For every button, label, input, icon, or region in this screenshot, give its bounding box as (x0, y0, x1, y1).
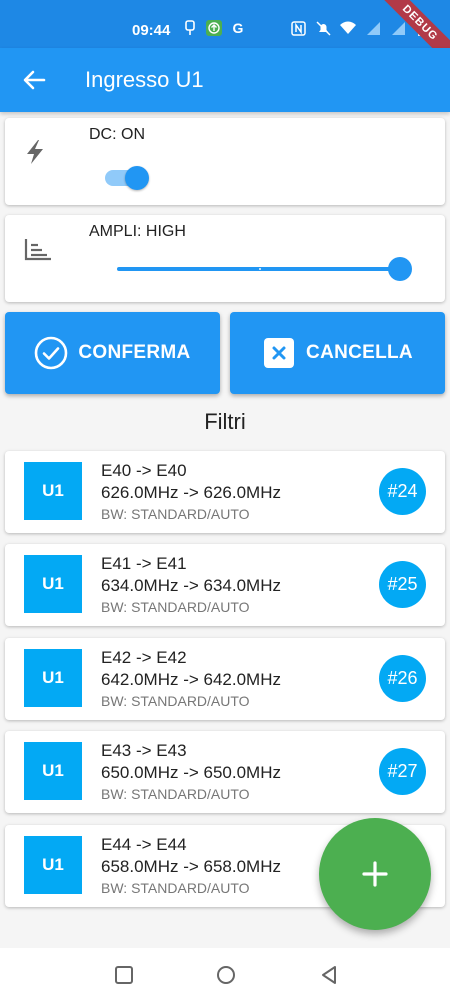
frequency-text: 650.0MHz -> 650.0MHz (101, 763, 281, 782)
input-badge: U1 (24, 649, 82, 707)
filter-number-badge: #26 (379, 655, 426, 702)
filters-title: Filtri (204, 409, 246, 434)
dc-label: DC: ON (89, 126, 145, 143)
list-item[interactable]: U1 E40 -> E40 626.0MHz -> 626.0MHz BW: S… (5, 451, 445, 533)
channel-text: E44 -> E44 (101, 835, 187, 854)
list-item[interactable]: U1 E43 -> E43 650.0MHz -> 650.0MHz BW: S… (5, 731, 445, 813)
cancel-button[interactable]: CANCELLA (230, 312, 445, 394)
confirm-label: CONFERMA (78, 342, 191, 363)
back-icon[interactable] (318, 964, 340, 986)
signal-icon (365, 20, 381, 36)
bandwidth-text: BW: STANDARD/AUTO (101, 599, 250, 615)
bandwidth-text: BW: STANDARD/AUTO (101, 786, 250, 802)
usb-icon (182, 20, 198, 36)
input-badge: U1 (24, 742, 82, 800)
back-arrow-icon[interactable] (20, 66, 48, 94)
cancel-label: CANCELLA (306, 342, 413, 363)
channel-text: E43 -> E43 (101, 741, 187, 760)
filter-number-badge: #27 (379, 748, 426, 795)
ampli-label: AMPLI: HIGH (89, 223, 186, 240)
wifi-icon (340, 20, 356, 36)
confirm-button[interactable]: CONFERMA (5, 312, 220, 394)
nfc-icon (290, 20, 306, 36)
home-icon[interactable] (215, 964, 237, 986)
bandwidth-text: BW: STANDARD/AUTO (101, 880, 250, 896)
dc-switch[interactable] (105, 162, 149, 192)
mute-icon (315, 20, 331, 36)
list-item[interactable]: U1 E42 -> E42 642.0MHz -> 642.0MHz BW: S… (5, 638, 445, 720)
ampli-card: AMPLI: HIGH (5, 215, 445, 302)
bar-chart-icon (24, 239, 51, 261)
bandwidth-text: BW: STANDARD/AUTO (101, 506, 250, 522)
recent-apps-icon[interactable] (113, 964, 135, 986)
frequency-text: 626.0MHz -> 626.0MHz (101, 483, 281, 502)
slider-thumb[interactable] (388, 257, 412, 281)
app-bar: Ingresso U1 (0, 48, 450, 112)
filter-number-badge: #24 (379, 468, 426, 515)
google-icon: G (232, 20, 244, 36)
input-badge: U1 (24, 836, 82, 894)
page-title: Ingresso U1 (85, 67, 204, 92)
upload-icon (206, 20, 222, 36)
frequency-text: 658.0MHz -> 658.0MHz (101, 857, 281, 876)
input-badge: U1 (24, 462, 82, 520)
frequency-text: 642.0MHz -> 642.0MHz (101, 670, 281, 689)
add-filter-button[interactable] (319, 818, 431, 930)
switch-thumb (125, 166, 149, 190)
status-time: 09:44 (132, 22, 171, 39)
ampli-slider[interactable] (117, 257, 417, 281)
list-item[interactable]: U1 E41 -> E41 634.0MHz -> 634.0MHz BW: S… (5, 544, 445, 626)
flash-icon (27, 140, 43, 164)
dc-card: DC: ON (5, 118, 445, 205)
check-circle-icon (35, 336, 68, 370)
slider-tick (259, 268, 261, 270)
system-nav-bar (0, 948, 450, 1000)
status-icons-left: G (182, 20, 246, 36)
frequency-text: 634.0MHz -> 634.0MHz (101, 576, 281, 595)
channel-text: E40 -> E40 (101, 461, 187, 480)
signal-icon (390, 20, 406, 36)
channel-text: E42 -> E42 (101, 648, 187, 667)
bandwidth-text: BW: STANDARD/AUTO (101, 693, 250, 709)
channel-text: E41 -> E41 (101, 554, 187, 573)
input-badge: U1 (24, 555, 82, 613)
plus-icon (362, 861, 388, 887)
filter-number-badge: #25 (379, 561, 426, 608)
status-bar: 09:44 G (0, 0, 450, 48)
close-box-icon (264, 338, 295, 368)
